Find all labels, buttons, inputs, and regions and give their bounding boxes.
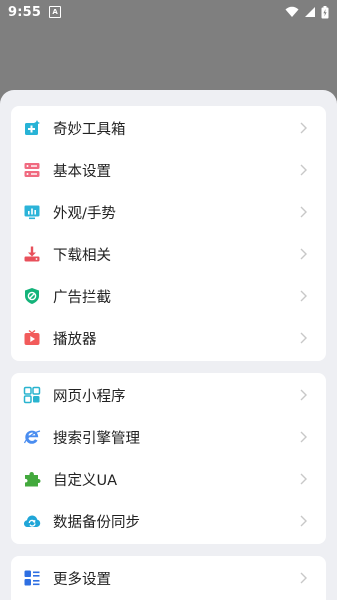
chevron-right-icon: [300, 572, 307, 584]
menu-item-search-engine[interactable]: 搜索引擎管理: [11, 416, 326, 458]
chevron-right-icon: [300, 164, 307, 176]
status-bar: 9:55 A: [0, 0, 337, 24]
chevron-right-icon: [300, 248, 307, 260]
menu-item-basic-settings[interactable]: 基本设置: [11, 149, 326, 191]
menu-item-label: 外观/手势: [53, 205, 116, 222]
puzzle-ua-icon: [23, 470, 41, 488]
adblock-shield-icon: [23, 287, 41, 305]
menu-item-label: 广告拦截: [53, 289, 111, 306]
appearance-icon: [23, 203, 41, 221]
status-time: 9:55: [8, 4, 42, 20]
settings-card-tools: 网页小程序 搜索引擎管理 自定义UA 数据备份同步: [11, 373, 326, 544]
player-icon: [23, 329, 41, 347]
menu-item-player[interactable]: 播放器: [11, 317, 326, 359]
menu-item-label: 数据备份同步: [53, 514, 140, 531]
chevron-right-icon: [300, 206, 307, 218]
menu-item-custom-ua[interactable]: 自定义UA: [11, 458, 326, 500]
chevron-right-icon: [300, 290, 307, 302]
chevron-right-icon: [300, 515, 307, 527]
search-engine-icon: [23, 428, 41, 446]
menu-item-label: 播放器: [53, 331, 97, 348]
settings-card-more: 更多设置: [11, 556, 326, 600]
chevron-right-icon: [300, 122, 307, 134]
status-icons: [285, 5, 329, 19]
menu-item-label: 更多设置: [53, 571, 111, 588]
settings-server-icon: [23, 161, 41, 179]
wifi-icon: [285, 6, 299, 17]
menu-item-download[interactable]: 下载相关: [11, 233, 326, 275]
chevron-right-icon: [300, 431, 307, 443]
menu-item-label: 基本设置: [53, 163, 111, 180]
menu-item-backup-sync[interactable]: 数据备份同步: [11, 500, 326, 542]
menu-item-label: 奇妙工具箱: [53, 121, 126, 138]
chevron-right-icon: [300, 332, 307, 344]
menu-item-label: 网页小程序: [53, 388, 126, 405]
chevron-right-icon: [300, 473, 307, 485]
menu-item-label: 搜索引擎管理: [53, 430, 140, 447]
sync-cloud-icon: [23, 512, 41, 530]
toolbox-icon: [23, 119, 41, 137]
mini-apps-icon: [23, 386, 41, 404]
menu-item-label: 下载相关: [53, 247, 111, 264]
signal-icon: [305, 7, 315, 17]
menu-item-appearance[interactable]: 外观/手势: [11, 191, 326, 233]
settings-sheet: 奇妙工具箱 基本设置 外观/手势 下载相关 广告拦截 播放器 网页小程序 搜索引…: [0, 90, 337, 600]
menu-item-mini-apps[interactable]: 网页小程序: [11, 374, 326, 416]
notification-a-icon: A: [49, 6, 62, 18]
chevron-right-icon: [300, 389, 307, 401]
menu-item-more-settings[interactable]: 更多设置: [11, 557, 326, 599]
settings-card-main: 奇妙工具箱 基本设置 外观/手势 下载相关 广告拦截 播放器: [11, 106, 326, 361]
battery-icon: [321, 5, 329, 18]
menu-item-label: 自定义UA: [53, 472, 118, 489]
more-settings-icon: [23, 569, 41, 587]
download-icon: [23, 245, 41, 263]
menu-item-adblock[interactable]: 广告拦截: [11, 275, 326, 317]
menu-item-toolbox[interactable]: 奇妙工具箱: [11, 107, 326, 149]
